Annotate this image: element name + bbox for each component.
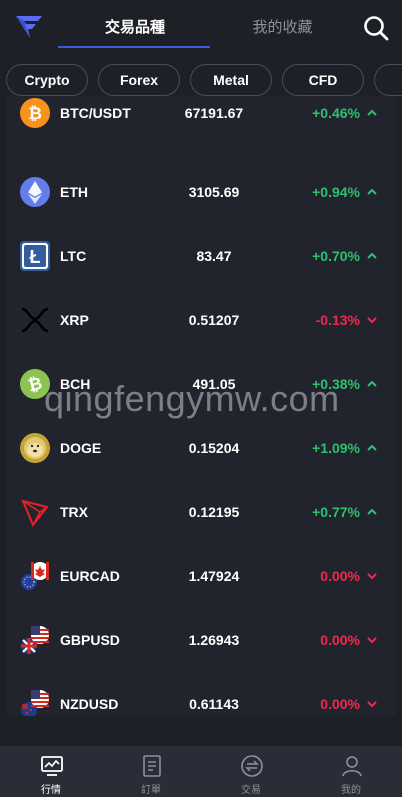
row-change: 0.00% [320, 696, 360, 712]
category-chip-more[interactable] [374, 64, 402, 96]
svg-text:₿: ₿ [28, 104, 42, 124]
row-symbol: TRX [60, 504, 88, 520]
market-row-trx[interactable]: TRX 0.12195 +0.77% [6, 480, 396, 544]
market-row-doge[interactable]: DOGE 0.15204 +1.09% [6, 416, 396, 480]
active-tab-indicator [58, 46, 210, 48]
search-icon[interactable] [362, 14, 390, 42]
tron-icon [21, 499, 49, 527]
row-symbol: BTC/USDT [60, 105, 131, 121]
eur-cad-flags-icon [21, 562, 49, 590]
nav-market[interactable]: 行情 [1, 746, 101, 797]
row-change: +0.77% [312, 504, 360, 520]
nav-orders-label: 訂單 [141, 785, 161, 796]
nav-market-label: 行情 [41, 785, 61, 796]
chevron-up-icon [367, 252, 377, 259]
row-price: 3105.69 [188, 184, 240, 200]
row-price: 83.47 [196, 248, 232, 264]
chevron-down-icon [367, 701, 377, 708]
market-row-eth[interactable]: ETH 3105.69 +0.94% [6, 160, 396, 224]
row-change: +1.09% [312, 440, 360, 456]
nav-orders[interactable]: 訂單 [101, 746, 201, 797]
row-change: +0.94% [312, 184, 360, 200]
category-chip-crypto[interactable]: Crypto [6, 64, 88, 96]
chevron-up-icon [367, 508, 377, 515]
nav-trade-label: 交易 [241, 785, 261, 796]
row-change: +0.38% [312, 376, 360, 392]
row-change: 0.00% [320, 568, 360, 584]
chevron-up-icon [367, 380, 377, 387]
row-change: -0.13% [315, 312, 360, 328]
nav-profile-label: 我的 [341, 785, 361, 796]
exchange-icon [241, 755, 263, 777]
market-row-eurcad[interactable]: EURCAD 1.47924 0.00% [6, 544, 396, 608]
tab-market-instruments[interactable]: 交易品種 [60, 0, 210, 50]
market-list: ₿ BTC/USDT 67191.67 +0.46% ETH 3105.69 +… [6, 96, 396, 716]
bitcoin-icon: ₿ [20, 98, 50, 128]
top-header: 交易品種 我的收藏 [0, 0, 402, 54]
nav-trade[interactable]: 交易 [201, 746, 301, 797]
category-chip-forex[interactable]: Forex [98, 64, 180, 96]
market-row-gbpusd[interactable]: GBPUSD 1.26943 0.00% [6, 608, 396, 672]
app-logo-icon[interactable] [14, 14, 44, 40]
row-symbol: DOGE [60, 440, 102, 456]
market-row-btc[interactable]: ₿ BTC/USDT 67191.67 +0.46% [6, 96, 396, 160]
chevron-up-icon [367, 188, 377, 195]
row-price: 0.12195 [188, 504, 240, 520]
svg-text:Ł: Ł [30, 247, 41, 267]
row-symbol: NZDUSD [60, 696, 119, 712]
market-row-xrp[interactable]: XRP 0.51207 -0.13% [6, 288, 396, 352]
row-price: 1.26943 [188, 632, 240, 648]
market-row-bch[interactable]: ₿ BCH 491.05 +0.38% [6, 352, 396, 416]
row-price: 0.61143 [189, 696, 239, 712]
row-price: 67191.67 [184, 105, 244, 121]
user-icon [342, 756, 362, 777]
market-row-ltc[interactable]: Ł LTC 83.47 +0.70% [6, 224, 396, 288]
tab-my-favorites[interactable]: 我的收藏 [210, 0, 355, 50]
row-change: +0.46% [312, 105, 360, 121]
row-change: 0.00% [320, 632, 360, 648]
litecoin-icon: Ł [20, 241, 50, 271]
chevron-up-icon [367, 109, 377, 116]
row-price: 491.05 [192, 376, 236, 392]
row-symbol: LTC [60, 248, 87, 264]
chevron-down-icon [367, 317, 377, 324]
category-filter-bar: Crypto Forex Metal CFD [0, 62, 402, 100]
chevron-down-icon [367, 637, 377, 644]
document-icon [143, 755, 161, 777]
row-price: 0.15204 [188, 440, 240, 456]
row-symbol: EURCAD [60, 568, 120, 584]
market-row-nzdusd[interactable]: NZDUSD 0.61143 0.00% [6, 672, 396, 716]
bottom-navigation: 行情 訂單 交易 我的 [0, 746, 402, 797]
chart-monitor-icon [41, 756, 63, 776]
nav-profile[interactable]: 我的 [301, 746, 401, 797]
gbp-usd-flags-icon [21, 626, 49, 654]
category-chip-metal[interactable]: Metal [190, 64, 272, 96]
row-symbol: GBPUSD [60, 632, 120, 648]
bitcoin-cash-icon: ₿ [20, 369, 50, 399]
row-symbol: BCH [60, 376, 91, 392]
nzd-usd-flags-icon [21, 690, 49, 716]
dogecoin-icon [20, 433, 50, 463]
xrp-icon [21, 307, 49, 333]
row-price: 0.51207 [188, 312, 240, 328]
row-price: 1.47924 [188, 568, 240, 584]
row-symbol: ETH [60, 184, 88, 200]
chevron-up-icon [367, 444, 377, 451]
ethereum-icon [20, 177, 50, 207]
category-chip-cfd[interactable]: CFD [282, 64, 364, 96]
row-change: +0.70% [312, 248, 360, 264]
chevron-down-icon [367, 573, 377, 580]
row-symbol: XRP [60, 312, 89, 328]
